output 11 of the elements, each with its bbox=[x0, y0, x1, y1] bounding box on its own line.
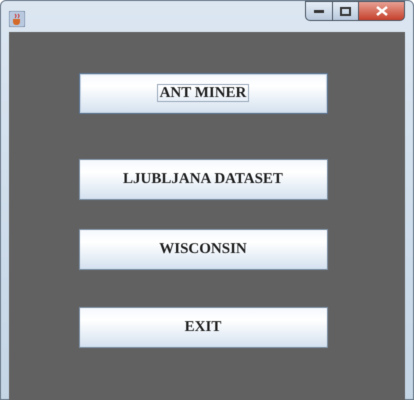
coffee-cup-icon bbox=[9, 10, 25, 26]
close-button[interactable] bbox=[359, 1, 405, 21]
menu-button[interactable]: LJUBLJANA DATASET bbox=[78, 159, 328, 200]
close-icon bbox=[376, 6, 388, 16]
menu-button[interactable]: ANT MINER bbox=[78, 73, 328, 114]
minimize-button[interactable] bbox=[305, 1, 333, 21]
minimize-icon bbox=[314, 9, 324, 13]
menu-button[interactable]: EXIT bbox=[78, 307, 328, 348]
maximize-button[interactable] bbox=[333, 1, 359, 21]
menu-button[interactable]: WISCONSIN bbox=[78, 229, 328, 270]
maximize-icon bbox=[340, 6, 351, 16]
